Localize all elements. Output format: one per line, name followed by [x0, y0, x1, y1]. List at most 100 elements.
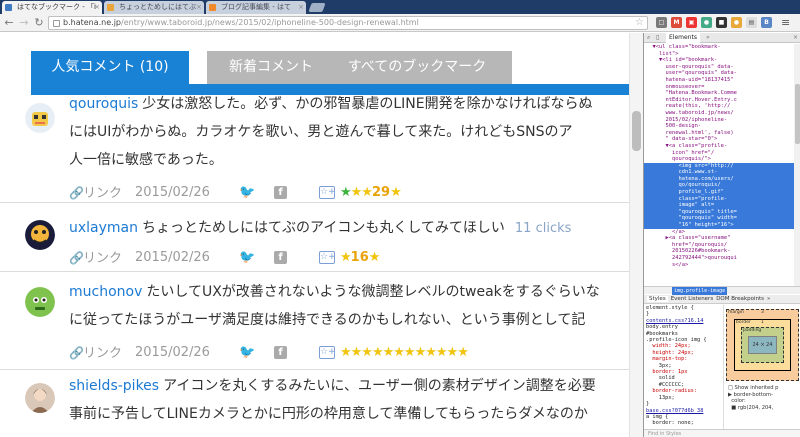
- browser-tab[interactable]: ちょっとためしにはてぶ ×: [104, 1, 204, 14]
- close-icon[interactable]: ×: [793, 33, 798, 43]
- dom-node-line[interactable]: user="qouroquis" data-: [644, 70, 794, 77]
- scrollbar-thumb[interactable]: [795, 84, 800, 144]
- link-label[interactable]: リンク: [83, 251, 122, 266]
- dom-node-line[interactable]: ▼<li id="bookmark-: [644, 57, 794, 64]
- avatar[interactable]: [25, 220, 55, 250]
- star-list[interactable]: ★★★★★★★★★★★★: [340, 345, 469, 361]
- username-link[interactable]: qouroquis: [69, 96, 138, 112]
- username-link[interactable]: muchonov: [69, 284, 142, 300]
- tab-all-bookmarks[interactable]: すべてのブックマーク: [322, 51, 512, 84]
- dom-node-line[interactable]: class="profile-: [644, 195, 794, 203]
- extension-icon[interactable]: ▤: [746, 17, 757, 28]
- dom-node-line[interactable]: ▼<a class="profile-: [644, 143, 794, 150]
- dom-node-line[interactable]: 500-design-: [644, 123, 794, 130]
- breadcrumb-item[interactable]: img.profile-image: [672, 287, 728, 295]
- avatar[interactable]: [25, 103, 55, 133]
- star-list[interactable]: ★★★29★: [340, 185, 402, 201]
- computed-style-line[interactable]: □ Show inherited p: [726, 385, 800, 392]
- dom-node-line[interactable]: 20150226#bookmark-: [644, 248, 794, 255]
- dom-node-line[interactable]: "qouroquis" width=: [644, 215, 794, 223]
- address-bar[interactable]: b.hatena.ne.jp/entry/www.taboroid.jp/new…: [48, 16, 648, 30]
- dom-tree[interactable]: ▼<ul class="bookmark- list"> ▼<li id="bo…: [644, 44, 794, 286]
- extension-icon[interactable]: B: [761, 17, 772, 28]
- link-label[interactable]: リンク: [83, 346, 122, 361]
- computed-style-line[interactable]: color:: [726, 398, 800, 405]
- facebook-icon[interactable]: f: [274, 186, 287, 199]
- dom-node-line[interactable]: hatena-uid="18137415": [644, 77, 794, 84]
- extension-icon[interactable]: □: [656, 17, 667, 28]
- url-text[interactable]: b.hatena.ne.jp/entry/www.taboroid.jp/new…: [63, 17, 623, 29]
- close-icon[interactable]: ×: [196, 1, 202, 14]
- comment-date[interactable]: 2015/02/26: [135, 345, 210, 361]
- add-star-icon[interactable]: ☆+: [319, 251, 336, 264]
- avatar[interactable]: [25, 287, 55, 317]
- extension-icon[interactable]: ■: [716, 17, 727, 28]
- more-tabs-icon[interactable]: »: [767, 296, 770, 302]
- tab-elements[interactable]: Elements: [666, 33, 700, 43]
- extension-icon[interactable]: ●: [701, 17, 712, 28]
- dom-node-line[interactable]: www.taboroid.jp/news/: [644, 110, 794, 117]
- dom-node-line[interactable]: "Hatena.Bookmark.Comme: [644, 90, 794, 97]
- dom-node-line[interactable]: <img src="http://: [644, 162, 794, 170]
- page-scrollbar[interactable]: [629, 33, 643, 437]
- facebook-icon[interactable]: f: [274, 251, 287, 264]
- new-tab-button[interactable]: [308, 3, 326, 12]
- extension-icon[interactable]: ●: [731, 17, 742, 28]
- comment-date[interactable]: 2015/02/26: [135, 185, 210, 201]
- tab-new-comments[interactable]: 新着コメント: [207, 51, 335, 84]
- add-star-icon[interactable]: ☆+: [319, 186, 336, 199]
- device-icon[interactable]: ▯: [656, 33, 659, 43]
- gmail-extension-icon[interactable]: M: [671, 17, 682, 28]
- dom-node-line[interactable]: hatena.com/users/: [644, 175, 794, 183]
- style-rule-line[interactable]: border: none;: [644, 420, 723, 426]
- dom-node-line[interactable]: href="/qouroquis/: [644, 242, 794, 249]
- twitter-icon[interactable]: 🐦: [239, 250, 255, 266]
- dom-node-line[interactable]: cdn1.www.st-: [644, 169, 794, 176]
- add-star-icon[interactable]: ☆+: [319, 346, 336, 359]
- dom-node-line[interactable]: 242792444">qourouqui: [644, 255, 794, 262]
- inspect-icon[interactable]: ⌕: [647, 33, 650, 43]
- reload-button[interactable]: ↻: [32, 15, 46, 30]
- more-tabs-icon[interactable]: »: [706, 33, 710, 43]
- dom-node-line[interactable]: "qouroquis" title=: [644, 208, 794, 216]
- dom-node-line[interactable]: list">: [644, 51, 794, 58]
- dom-node-line[interactable]: user-qouroquis" data-: [644, 64, 794, 71]
- dom-node-line[interactable]: renewal.html', false): [644, 130, 794, 137]
- facebook-icon[interactable]: f: [274, 346, 287, 359]
- dom-node-line[interactable]: qouroquis/">: [644, 156, 794, 163]
- forward-button[interactable]: →: [17, 15, 31, 30]
- back-button[interactable]: ←: [2, 15, 16, 30]
- browser-tab[interactable]: ブログ記事編集 - はて ×: [206, 1, 306, 14]
- computed-pane[interactable]: □ Show inherited p ▶ border-bottom- color…: [726, 385, 800, 411]
- dom-node-line[interactable]: image" alt=: [644, 202, 794, 209]
- dom-node-line[interactable]: profile_l.gif": [644, 189, 794, 196]
- tab-dom-breakpoints[interactable]: DOM Breakpoints: [716, 296, 764, 302]
- dom-node-line[interactable]: icon" href="/: [644, 150, 794, 157]
- close-icon[interactable]: ×: [94, 1, 100, 14]
- browser-tab[interactable]: はてなブックマーク - 「i ×: [2, 1, 102, 14]
- computed-style-line[interactable]: ▶ border-bottom-: [726, 392, 800, 399]
- dom-node-line[interactable]: ntEditor.Hover.Entry.c: [644, 97, 794, 104]
- bookmark-star-icon[interactable]: ☆: [635, 17, 644, 29]
- dom-node-line[interactable]: "16" height="16">: [644, 222, 794, 229]
- twitter-icon[interactable]: 🐦: [239, 185, 255, 201]
- dom-node-line[interactable]: reate(this, 'http://: [644, 103, 794, 110]
- click-count[interactable]: 11 clicks: [515, 221, 572, 236]
- menu-icon[interactable]: ≡: [781, 16, 790, 29]
- dom-node-line[interactable]: s</a>: [644, 262, 794, 269]
- link-label[interactable]: リンク: [83, 186, 122, 201]
- dom-node-line[interactable]: ▼<ul class="bookmark-: [644, 44, 794, 51]
- dom-scrollbar[interactable]: [794, 44, 800, 286]
- username-link[interactable]: shields-pikes: [69, 378, 159, 394]
- computed-style-line[interactable]: ■ rgb(204, 204,: [726, 405, 800, 412]
- avatar[interactable]: [25, 383, 55, 413]
- twitter-icon[interactable]: 🐦: [239, 345, 255, 361]
- scrollbar-thumb[interactable]: [632, 111, 641, 151]
- close-icon[interactable]: ×: [298, 1, 304, 14]
- tab-styles[interactable]: Styles: [647, 296, 668, 302]
- dom-node-line[interactable]: </a>: [644, 229, 794, 236]
- comment-date[interactable]: 2015/02/26: [135, 250, 210, 266]
- username-link[interactable]: uxlayman: [69, 220, 138, 236]
- tab-event-listeners[interactable]: Event Listeners: [671, 296, 714, 302]
- extension-icon[interactable]: ▣: [686, 17, 697, 28]
